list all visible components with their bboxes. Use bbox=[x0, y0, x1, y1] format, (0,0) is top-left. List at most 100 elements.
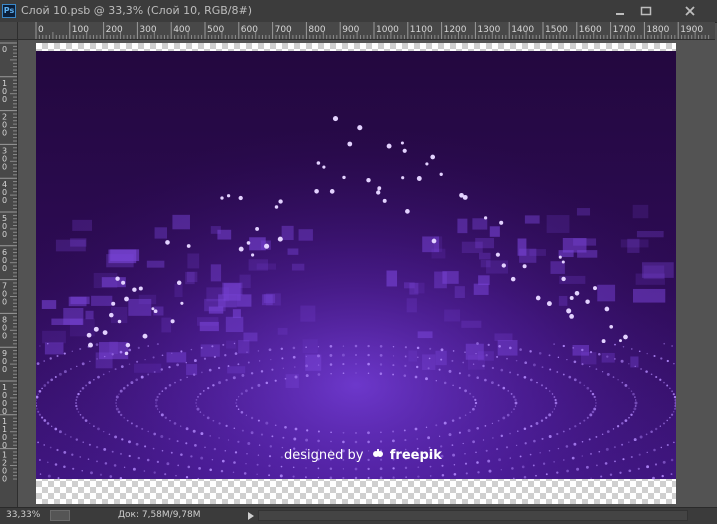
light-block bbox=[232, 309, 241, 318]
ruler-origin-corner[interactable] bbox=[0, 22, 18, 40]
floor-particle bbox=[586, 416, 589, 419]
light-block bbox=[406, 298, 417, 313]
floor-particle bbox=[317, 467, 320, 470]
floor-particle bbox=[491, 366, 495, 370]
close-button[interactable] bbox=[672, 3, 708, 19]
beam-dot bbox=[274, 205, 279, 209]
floor-particle bbox=[77, 392, 80, 396]
minimize-button[interactable] bbox=[610, 3, 630, 19]
document-image[interactable]: designed by freepik bbox=[36, 43, 676, 504]
floor-particle bbox=[38, 389, 42, 393]
floor-particle bbox=[90, 471, 93, 475]
floor-particle bbox=[207, 386, 210, 390]
floor-particle bbox=[427, 436, 431, 440]
document-title-bar[interactable]: Ps Слой 10.psb @ 33,3% (Слой 10, RGB/8#) bbox=[0, 0, 717, 23]
floor-particle bbox=[342, 476, 345, 479]
info-menu-arrow-icon[interactable] bbox=[246, 511, 256, 521]
floor-particle bbox=[174, 381, 176, 384]
floor-particle bbox=[37, 441, 39, 444]
floor-particle bbox=[292, 355, 296, 359]
document-size-info[interactable]: Док: 7,58M/9,78M bbox=[118, 510, 201, 520]
floor-particle bbox=[487, 459, 491, 463]
floor-particle bbox=[84, 419, 88, 422]
floor-particle bbox=[82, 441, 84, 443]
floor-particle bbox=[429, 475, 432, 477]
horizontal-scrollbar[interactable] bbox=[258, 510, 688, 521]
floor-particle bbox=[392, 467, 395, 470]
floor-particle bbox=[258, 360, 261, 362]
floor-particle bbox=[93, 425, 95, 428]
floor-particle bbox=[554, 401, 558, 405]
light-block bbox=[161, 317, 172, 333]
floor-particle bbox=[203, 357, 207, 360]
ruler-label: 0 bbox=[2, 129, 7, 138]
light-block bbox=[632, 204, 649, 219]
beam-dot bbox=[115, 276, 120, 281]
floor-particle bbox=[469, 392, 472, 395]
floor-particle bbox=[227, 439, 230, 441]
vertical-ruler[interactable]: 0100200300400500600700800900100011001200 bbox=[0, 40, 18, 507]
floor-particle bbox=[75, 395, 79, 399]
horizontal-ruler[interactable]: 0 100 200 300 400 500 600 700 800 900 1000 1100 1200… bbox=[18, 22, 715, 40]
floor-particle bbox=[598, 353, 601, 356]
ruler-label: 1600 bbox=[579, 25, 602, 35]
beam-dot bbox=[124, 296, 129, 302]
floor-particle bbox=[77, 411, 80, 413]
floor-particle bbox=[404, 466, 408, 470]
floor-particle bbox=[514, 398, 517, 402]
floor-particle bbox=[637, 467, 640, 470]
floor-particle bbox=[521, 465, 525, 469]
floor-particle bbox=[128, 454, 131, 458]
floor-particle bbox=[512, 477, 515, 480]
floor-particle bbox=[541, 366, 544, 369]
floor-particle bbox=[81, 387, 85, 390]
floor-particle bbox=[417, 475, 420, 478]
floor-particle bbox=[595, 435, 598, 438]
floor-particle bbox=[257, 419, 260, 422]
ruler-label: 1100 bbox=[410, 25, 433, 35]
floor-particle bbox=[458, 431, 461, 434]
floor-particle bbox=[581, 455, 584, 457]
floor-particle bbox=[482, 439, 485, 441]
floor-particle bbox=[435, 380, 437, 382]
floor-particle bbox=[218, 437, 220, 439]
floor-particle bbox=[199, 411, 202, 413]
beam-dot bbox=[619, 339, 622, 343]
floor-particle bbox=[317, 430, 320, 433]
floor-particle bbox=[245, 389, 248, 393]
floor-particle bbox=[235, 399, 238, 401]
floor-particle bbox=[306, 429, 309, 432]
beam-dot bbox=[132, 287, 137, 292]
floor-particle bbox=[164, 416, 167, 419]
floor-particle bbox=[108, 370, 111, 373]
beam-dot bbox=[401, 176, 405, 180]
light-block bbox=[519, 248, 537, 263]
floor-particle bbox=[516, 373, 519, 376]
zoom-level[interactable]: 33,33% bbox=[6, 510, 40, 520]
floor-particle bbox=[114, 368, 117, 371]
floor-particle bbox=[247, 442, 251, 445]
floor-particle bbox=[506, 413, 510, 417]
floor-particle bbox=[598, 450, 601, 453]
floor-particle bbox=[305, 355, 307, 358]
canvas-area[interactable]: designed by freepik bbox=[18, 40, 717, 507]
floor-particle bbox=[305, 467, 307, 469]
maximize-button[interactable] bbox=[636, 3, 656, 19]
floor-particle bbox=[329, 467, 333, 470]
floor-particle bbox=[653, 448, 656, 452]
floor-particle bbox=[265, 421, 269, 425]
floor-particle bbox=[213, 447, 217, 451]
floor-particle bbox=[270, 358, 272, 361]
ruler-label: 100 bbox=[72, 25, 89, 35]
beam-dot bbox=[535, 295, 541, 301]
zoom-toggle-button[interactable] bbox=[50, 510, 70, 521]
beam-dot bbox=[109, 312, 114, 318]
photoshop-app-icon: Ps bbox=[2, 4, 16, 18]
floor-particle bbox=[650, 430, 653, 433]
beam-dot bbox=[400, 141, 404, 145]
floor-particle bbox=[505, 446, 509, 449]
floor-particle bbox=[474, 405, 476, 407]
floor-particle bbox=[222, 343, 225, 346]
floor-particle bbox=[46, 461, 49, 464]
floor-particle bbox=[153, 471, 156, 474]
